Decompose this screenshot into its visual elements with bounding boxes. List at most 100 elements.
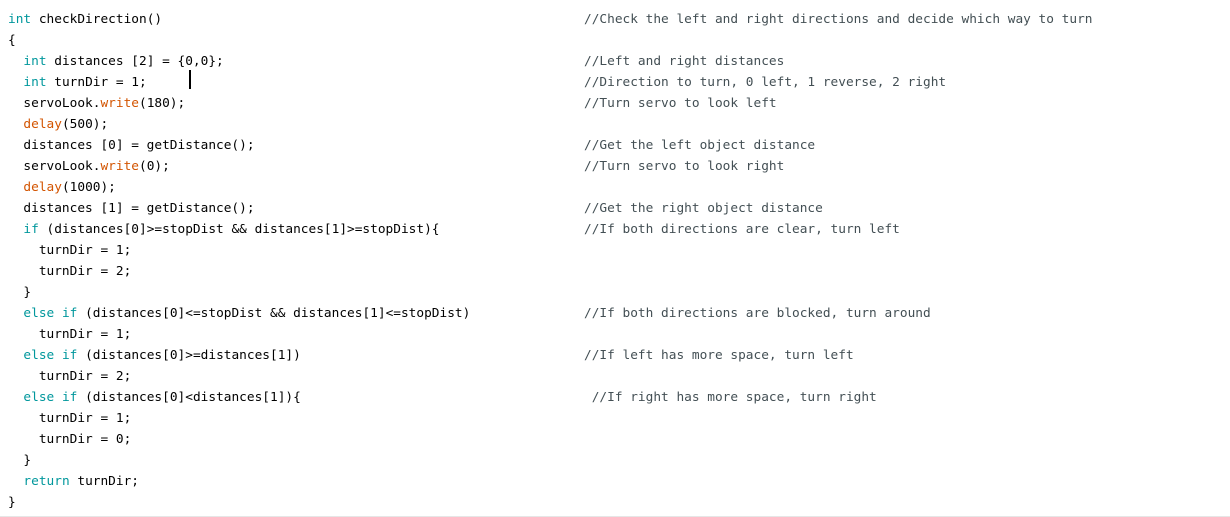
code-line[interactable]: turnDir = 2; [0, 366, 1230, 387]
code-token: distances [0] = getDistance(); [8, 138, 255, 153]
code-line[interactable]: else if (distances[0]>=distances[1]) //If… [0, 345, 1230, 366]
code-text: else if (distances[0]<=stopDist && dista… [8, 303, 470, 324]
code-text: } [8, 450, 31, 471]
code-line[interactable]: turnDir = 2; [0, 261, 1230, 282]
code-text: turnDir = 1; [8, 240, 131, 261]
code-text: turnDir = 1; [8, 408, 131, 429]
code-text: delay(1000); [8, 177, 115, 198]
code-line[interactable]: int distances [2] = {0,0}; //Left and rig… [0, 51, 1230, 72]
keyword-token: if [61, 348, 78, 363]
code-line[interactable]: return turnDir; [0, 471, 1230, 492]
code-comment: //Turn servo to look right [584, 159, 785, 174]
code-line[interactable]: else if (distances[0]<=stopDist && dista… [0, 303, 1230, 324]
code-text: return turnDir; [8, 471, 139, 492]
code-token: turnDir; [69, 474, 139, 489]
code-text: if (distances[0]>=stopDist && distances[… [8, 219, 439, 240]
code-comment: //Get the left object distance [584, 138, 816, 153]
code-token: (distances[0]>=stopDist && distances[1]>… [38, 222, 440, 237]
keyword-token: int [8, 12, 32, 27]
code-line[interactable]: distances [0] = getDistance(); //Get the … [0, 135, 1230, 156]
keyword-token: else [23, 348, 55, 363]
code-comment: //Check the left and right directions an… [584, 12, 1093, 27]
code-comment: //Left and right distances [584, 54, 785, 69]
code-token: turnDir = 1; [8, 243, 132, 258]
code-line[interactable]: delay(500); [0, 114, 1230, 135]
keyword-token: return [23, 474, 70, 489]
code-text: int turnDir = 1; [8, 72, 147, 93]
code-text: else if (distances[0]<distances[1]){ [8, 387, 301, 408]
code-text: } [8, 492, 16, 513]
code-token: (0); [138, 159, 170, 174]
code-line[interactable]: } [0, 282, 1230, 303]
code-token: checkDirection() [31, 12, 163, 27]
code-line[interactable]: { [0, 30, 1230, 51]
code-text: turnDir = 1; [8, 324, 131, 345]
code-token: { [8, 33, 16, 48]
code-text: distances [1] = getDistance(); [8, 198, 255, 219]
code-token: (500); [61, 117, 109, 132]
code-text: delay(500); [8, 114, 108, 135]
code-comment: //If right has more space, turn right [584, 390, 877, 405]
code-line[interactable]: turnDir = 0; [0, 429, 1230, 450]
code-text: } [8, 282, 31, 303]
code-token: turnDir = 2; [8, 264, 132, 279]
code-comment: //Get the right object distance [584, 201, 823, 216]
code-token: distances [2] = {0,0}; [46, 54, 224, 69]
code-line[interactable]: turnDir = 1; [0, 324, 1230, 345]
code-line[interactable]: } [0, 492, 1230, 513]
code-line[interactable]: if (distances[0]>=stopDist && distances[… [0, 219, 1230, 240]
function-token: write [100, 159, 139, 174]
keyword-token: if [61, 390, 78, 405]
code-comment: //If both directions are clear, turn lef… [584, 222, 900, 237]
code-token: turnDir = 0; [8, 432, 132, 447]
code-line[interactable]: else if (distances[0]<distances[1]){ //I… [0, 387, 1230, 408]
code-token: (distances[0]<=stopDist && distances[1]<… [77, 306, 471, 321]
code-token: turnDir = 2; [8, 369, 132, 384]
code-editor[interactable]: int checkDirection() //Check the left and… [0, 0, 1230, 517]
code-text: { [8, 30, 16, 51]
code-line[interactable]: turnDir = 1; [0, 240, 1230, 261]
keyword-token: int [23, 54, 47, 69]
code-line[interactable]: } [0, 450, 1230, 471]
code-token: } [8, 453, 32, 468]
code-text: turnDir = 0; [8, 429, 131, 450]
keyword-token: int [23, 75, 47, 90]
function-token: delay [23, 117, 62, 132]
code-text: servoLook.write(0); [8, 156, 170, 177]
code-token: distances [1] = getDistance(); [8, 201, 255, 216]
keyword-token: if [61, 306, 78, 321]
code-text: int checkDirection() [8, 9, 162, 30]
code-text: servoLook.write(180); [8, 93, 185, 114]
code-text: turnDir = 2; [8, 261, 131, 282]
keyword-token: else [23, 306, 55, 321]
code-token: (180); [138, 96, 186, 111]
code-token: turnDir = 1; [8, 411, 132, 426]
code-text: distances [0] = getDistance(); [8, 135, 255, 156]
keyword-token: else [23, 390, 55, 405]
code-line[interactable]: delay(1000); [0, 177, 1230, 198]
code-line[interactable]: distances [1] = getDistance(); //Get the … [0, 198, 1230, 219]
code-line[interactable]: servoLook.write(180); //Turn servo to loo… [0, 93, 1230, 114]
code-token: (distances[0]<distances[1]){ [77, 390, 301, 405]
code-comment: //Turn servo to look left [584, 96, 777, 111]
code-token: turnDir = 1; [46, 75, 147, 90]
code-token: (distances[0]>=distances[1]) [77, 348, 301, 363]
code-comment: //If left has more space, turn left [584, 348, 854, 363]
code-token: servoLook. [8, 96, 101, 111]
keyword-token: if [23, 222, 39, 237]
code-token: } [8, 495, 16, 510]
code-line[interactable]: turnDir = 1; [0, 408, 1230, 429]
code-line[interactable]: servoLook.write(0); //Turn servo to look … [0, 156, 1230, 177]
code-line[interactable]: int checkDirection() //Check the left and… [0, 9, 1230, 30]
code-line[interactable]: int turnDir = 1; //Direction to turn, 0 l… [0, 72, 1230, 93]
